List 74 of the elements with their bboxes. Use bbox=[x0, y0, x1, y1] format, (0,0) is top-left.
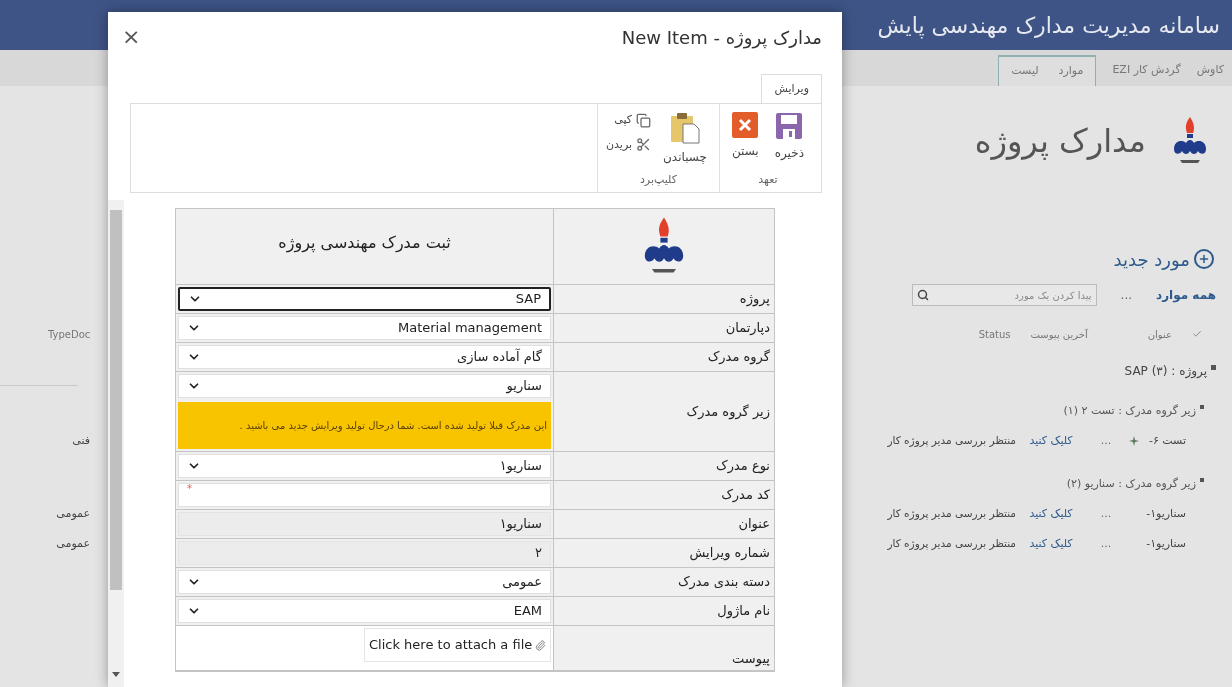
view-link[interactable]: همه موارد bbox=[1156, 286, 1216, 304]
type-text: عمومی bbox=[56, 535, 90, 552]
ribbon-button[interactable]: کپی bbox=[606, 112, 652, 129]
ribbon-button[interactable]: بستن bbox=[727, 112, 763, 172]
paperclip-icon bbox=[535, 639, 546, 651]
readonly-field: ۲ bbox=[178, 541, 551, 565]
field-label: عنوان bbox=[738, 515, 770, 534]
dropdown-field[interactable]: سناریو bbox=[178, 374, 551, 398]
ribbon-tab[interactable]: ویرایش bbox=[761, 74, 822, 104]
collapse-icon bbox=[1200, 478, 1204, 482]
clipboard-icon bbox=[669, 112, 700, 144]
ribbon-button[interactable]: چسباندن bbox=[659, 112, 711, 172]
readonly-field: سناریو۱ bbox=[178, 512, 551, 536]
close-icon bbox=[732, 112, 759, 138]
check-icon bbox=[1192, 329, 1202, 339]
group-label: زیر گروه مدرک : تست ۲ (۱) bbox=[1063, 402, 1196, 419]
plus-icon bbox=[1194, 249, 1214, 269]
status-text: منتظر بررسی مدیر پروژه کار bbox=[887, 536, 1016, 552]
column-header: TypeDoc bbox=[48, 327, 91, 342]
dropdown-field[interactable]: EAM bbox=[178, 599, 551, 623]
more-button[interactable]: ... bbox=[1120, 286, 1133, 304]
status-text: منتظر بررسی مدیر پروژه کار bbox=[887, 506, 1016, 522]
field-label: نام ماژول bbox=[717, 602, 770, 621]
collapse-icon bbox=[1211, 364, 1216, 370]
scissors-icon bbox=[636, 137, 652, 153]
dropdown-field[interactable]: عمومی bbox=[178, 570, 551, 594]
field-label: کد مدرک bbox=[721, 486, 770, 505]
search-icon bbox=[916, 289, 929, 301]
dropdown-field[interactable]: Material management bbox=[178, 316, 551, 340]
close-button[interactable]: × bbox=[122, 26, 141, 48]
ribbon-button[interactable]: ذخیره bbox=[770, 112, 808, 172]
column-header: آخرین پیوست bbox=[1030, 327, 1088, 342]
new-item-link[interactable]: مورد جدید bbox=[1113, 245, 1214, 273]
item-link[interactable]: کلیک کنید bbox=[1016, 535, 1086, 553]
more-button[interactable]: ... bbox=[1086, 505, 1126, 523]
status-text: منتظر بررسی مدیر پروژه کار bbox=[887, 433, 1016, 449]
ribbon-button[interactable]: بریدن bbox=[606, 136, 652, 153]
app-title: سامانه مدیریت مدارک مهندسی پایش bbox=[877, 11, 1220, 41]
group-label: زیر گروه مدرک : سناریو (۲) bbox=[1066, 475, 1196, 492]
input-field[interactable]: * bbox=[178, 483, 551, 507]
item-link[interactable]: کلیک کنید bbox=[1016, 432, 1086, 450]
group-label: پروژه : SAP (۳) bbox=[1124, 363, 1207, 380]
item-title: سناریو۱- bbox=[1145, 505, 1186, 522]
field-label: گروه مدرک bbox=[707, 348, 770, 367]
dropdown-field[interactable]: گام آماده سازی bbox=[178, 345, 551, 369]
field-label: پروژه bbox=[739, 290, 770, 309]
field-label: پیوست bbox=[732, 649, 770, 668]
dialog-title: مدارک پروژه - New Item bbox=[621, 25, 822, 51]
page-title: مدارک پروژه bbox=[974, 121, 1146, 162]
field-label: دسته بندی مدرک bbox=[677, 573, 770, 592]
column-header: Status bbox=[978, 327, 1011, 342]
item-title: تست ۶- bbox=[1147, 432, 1186, 449]
dropdown-field[interactable]: سناریو۱ bbox=[178, 454, 551, 478]
type-text: عمومی bbox=[56, 505, 90, 522]
warning-message: این مدرک قبلا تولید شده است. شما درحال تولید ویرایش جدید می باشید . bbox=[178, 402, 551, 449]
collapse-icon bbox=[1200, 405, 1204, 409]
item-link[interactable]: کلیک کنید bbox=[1016, 505, 1086, 523]
form-heading: ثبت مدرک مهندسی پروژه bbox=[278, 231, 451, 255]
type-text: فنی bbox=[72, 432, 90, 449]
group-label: تعهد bbox=[758, 171, 778, 188]
column-header: عنوان bbox=[1147, 327, 1172, 342]
group-label: کلیپ‌برد bbox=[639, 171, 677, 188]
field-label: نوع مدرک bbox=[716, 457, 770, 476]
field-label: زیر گروه مدرک bbox=[686, 402, 770, 422]
more-button[interactable]: ... bbox=[1086, 535, 1126, 553]
scrollbar[interactable] bbox=[108, 200, 124, 687]
field-label: دپارتمان bbox=[725, 319, 770, 338]
copy-icon bbox=[636, 112, 652, 128]
field-label: شماره ویرایش bbox=[689, 544, 770, 563]
item-title: سناریو۱- bbox=[1145, 535, 1186, 552]
attach-file-button[interactable]: Click here to attach a file bbox=[364, 628, 551, 662]
more-button[interactable]: ... bbox=[1086, 432, 1126, 450]
required-mark: * bbox=[187, 484, 192, 494]
dropdown-field[interactable]: SAP bbox=[178, 287, 551, 311]
